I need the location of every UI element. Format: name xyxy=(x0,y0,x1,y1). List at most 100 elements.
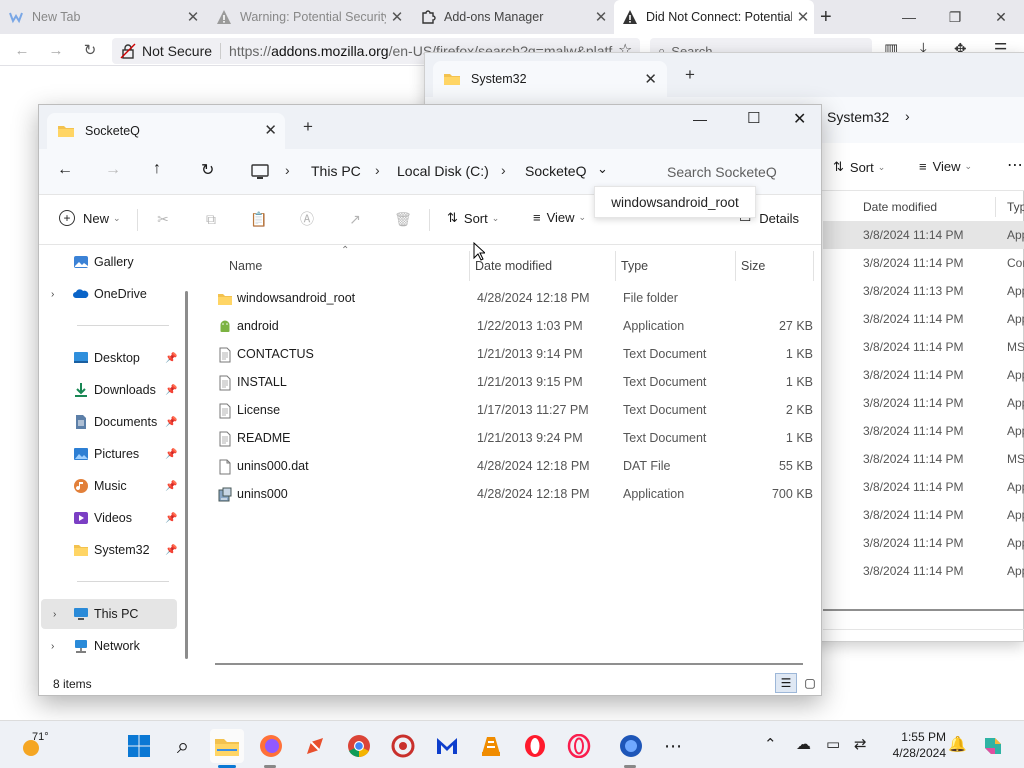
new-tab-plus-icon[interactable]: + xyxy=(820,6,832,29)
cloud-offline-icon[interactable]: ☁ xyxy=(796,735,811,753)
file-row[interactable]: License 1/17/2013 11:27 PM Text Document 2 … xyxy=(209,397,815,425)
pin-icon[interactable]: 📌 xyxy=(165,481,177,492)
breadcrumb[interactable]: › This PC › Local Disk (C:) › SocketeQ ⌄ xyxy=(241,155,655,189)
column-type[interactable]: Typ xyxy=(1007,200,1024,214)
notification-bell-icon[interactable]: 🔔 xyxy=(948,735,967,753)
column-size[interactable]: Size xyxy=(741,259,765,273)
close-icon[interactable]: ✕ xyxy=(590,8,612,26)
search-icon[interactable]: ⌕ xyxy=(166,729,200,763)
nav-scrollbar[interactable] xyxy=(185,291,188,659)
file-explorer-icon[interactable] xyxy=(210,729,244,763)
horizontal-scrollbar[interactable] xyxy=(215,663,803,665)
chevron-down-icon[interactable]: ⌄ xyxy=(597,161,608,177)
restore-icon[interactable]: ❐ xyxy=(932,0,978,34)
column-date-modified[interactable]: Date modified xyxy=(863,200,937,214)
system32-file-row[interactable]: 3/8/2024 11:14 PM App xyxy=(823,417,1024,445)
forward-arrow-icon[interactable]: → xyxy=(105,161,121,179)
sort-button[interactable]: ⇅ Sort ⌄ xyxy=(447,210,499,226)
nav-item-onedrive[interactable]: › OneDrive xyxy=(39,279,185,309)
nav-item-downloads[interactable]: Downloads 📌 xyxy=(39,375,185,405)
back-arrow-icon[interactable]: ← xyxy=(57,161,73,179)
back-arrow-icon[interactable]: ← xyxy=(10,38,34,62)
close-window-icon[interactable]: ✕ xyxy=(978,0,1024,34)
forward-arrow-icon[interactable]: → xyxy=(44,38,68,62)
firefox-icon[interactable] xyxy=(254,729,288,763)
breadcrumb-this-pc[interactable]: This PC xyxy=(311,163,361,179)
start-windows-icon[interactable] xyxy=(122,729,156,763)
delete-icon[interactable]: 🗑 xyxy=(393,209,413,229)
tiles-view-icon[interactable]: ▢ xyxy=(801,673,819,693)
network-status-icon[interactable]: ⇄ xyxy=(854,735,867,753)
vlc-icon[interactable] xyxy=(474,729,508,763)
malwarebytes-icon[interactable] xyxy=(430,729,464,763)
close-icon[interactable]: ✕ xyxy=(386,8,408,26)
search-input[interactable]: Search SocketeQ xyxy=(655,155,821,189)
nav-item-desktop[interactable]: Desktop 📌 xyxy=(39,343,185,373)
pin-icon[interactable]: 📌 xyxy=(165,545,177,556)
nav-item-pictures[interactable]: Pictures 📌 xyxy=(39,439,185,469)
column-date-modified[interactable]: Date modified xyxy=(475,259,552,273)
minimize-icon[interactable]: — xyxy=(693,111,707,127)
horizontal-scrollbar[interactable] xyxy=(823,609,1024,611)
rename-icon[interactable]: Ⓐ xyxy=(297,209,317,229)
system32-file-row[interactable]: 3/8/2024 11:14 PM App xyxy=(823,557,1024,585)
system32-tab[interactable]: System32 ✕ xyxy=(433,61,667,97)
nav-item-documents[interactable]: Documents 📌 xyxy=(39,407,185,437)
browser-tab-warning[interactable]: Warning: Potential Security ✕ xyxy=(208,0,408,34)
browser-tab-addons-manager[interactable]: Add-ons Manager ✕ xyxy=(412,0,612,34)
file-row[interactable]: unins000 4/28/2024 12:18 PM Application 700… xyxy=(209,481,815,509)
nav-item-system32[interactable]: System32 📌 xyxy=(39,535,185,565)
file-row[interactable]: unins000.dat 4/28/2024 12:18 PM DAT File 55… xyxy=(209,453,815,481)
nav-item-music[interactable]: Music 📌 xyxy=(39,471,185,501)
cut-icon[interactable]: ✂ xyxy=(153,209,173,229)
opera-gx-icon[interactable] xyxy=(562,729,596,763)
close-icon[interactable]: ✕ xyxy=(644,70,657,88)
chevron-right-icon[interactable]: › xyxy=(53,609,56,620)
system32-file-row[interactable]: 3/8/2024 11:14 PM MS xyxy=(823,445,1024,473)
new-tab-plus-icon[interactable]: + xyxy=(685,65,695,85)
view-button[interactable]: ≡ View ⌄ xyxy=(919,159,972,174)
close-window-icon[interactable]: ✕ xyxy=(793,109,806,129)
system32-file-row[interactable]: 3/8/2024 11:14 PM App xyxy=(823,361,1024,389)
copy-icon[interactable]: ⧉ xyxy=(201,209,221,229)
system32-file-row[interactable]: 3/8/2024 11:14 PM MS xyxy=(823,333,1024,361)
file-row[interactable]: windowsandroid_root 4/28/2024 12:18 PM Fil… xyxy=(209,285,815,313)
system32-file-row[interactable]: 3/8/2024 11:14 PM App xyxy=(823,221,1024,249)
new-button[interactable]: + New ⌄ xyxy=(59,210,121,226)
pin-icon[interactable]: 📌 xyxy=(165,513,177,524)
chevron-right-icon[interactable]: › xyxy=(51,289,54,300)
chevron-up-icon[interactable]: ⌃ xyxy=(764,735,777,753)
breadcrumb-local-disk[interactable]: Local Disk (C:) xyxy=(397,163,489,179)
pin-icon[interactable]: 📌 xyxy=(165,417,177,428)
maximize-icon[interactable]: ☐ xyxy=(747,109,760,127)
share-icon[interactable]: ↗ xyxy=(345,209,365,229)
app-icon-globe[interactable] xyxy=(614,729,648,763)
chrome-icon[interactable] xyxy=(342,729,376,763)
system32-file-row[interactable]: 3/8/2024 11:14 PM App xyxy=(823,529,1024,557)
view-button[interactable]: ≡ View ⌄ xyxy=(533,210,586,225)
refresh-icon[interactable]: ↻ xyxy=(201,160,214,180)
minimize-icon[interactable]: — xyxy=(886,0,932,34)
reload-icon[interactable]: ↻ xyxy=(78,38,102,62)
system32-file-row[interactable]: 3/8/2024 11:14 PM App xyxy=(823,389,1024,417)
column-name[interactable]: Name xyxy=(229,259,262,273)
nav-item-this-pc[interactable]: › This PC xyxy=(41,599,177,629)
nav-item-videos[interactable]: Videos 📌 xyxy=(39,503,185,533)
system32-file-row[interactable]: 3/8/2024 11:14 PM App xyxy=(823,501,1024,529)
close-icon[interactable]: ✕ xyxy=(182,8,204,26)
pin-icon[interactable]: 📌 xyxy=(165,385,177,396)
paste-icon[interactable]: 📋 xyxy=(249,209,269,229)
nav-item-network[interactable]: › Network xyxy=(39,631,185,661)
socketeq-tab[interactable]: SocketeQ ✕ xyxy=(47,113,285,149)
chevron-right-icon[interactable]: › xyxy=(51,641,54,652)
file-row[interactable]: README 1/21/2013 9:24 PM Text Document 1 KB xyxy=(209,425,815,453)
close-icon[interactable]: ✕ xyxy=(792,8,814,26)
close-icon[interactable]: ✕ xyxy=(264,121,277,139)
opera-icon[interactable] xyxy=(518,729,552,763)
system32-file-row[interactable]: 3/8/2024 11:14 PM App xyxy=(823,305,1024,333)
new-tab-plus-icon[interactable]: + xyxy=(303,117,313,137)
copilot-icon[interactable] xyxy=(976,729,1010,763)
app-icon-red-circle[interactable] xyxy=(386,729,420,763)
clock[interactable]: 1:55 PM 4/28/2024 xyxy=(890,729,946,761)
more-apps-icon[interactable]: ⋯ xyxy=(656,729,690,763)
